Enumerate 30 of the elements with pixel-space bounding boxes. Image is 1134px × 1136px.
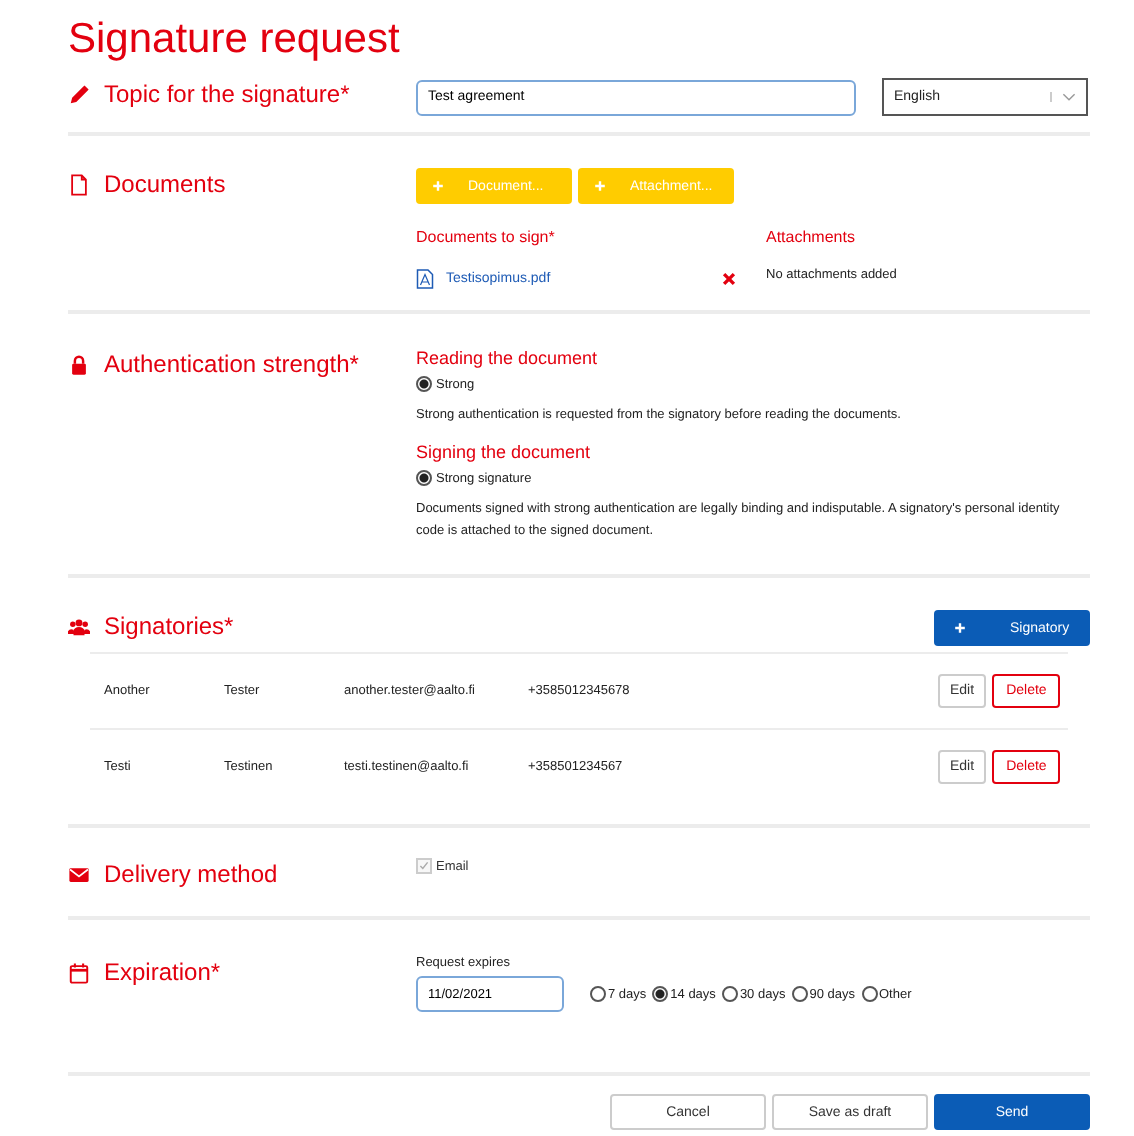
radio-button[interactable] <box>652 986 669 1003</box>
section-label: Authentication strength* <box>104 350 359 379</box>
pencil-icon <box>68 83 90 106</box>
radio-button[interactable] <box>416 376 432 393</box>
section-label: Topic for the signature* <box>104 80 350 109</box>
lock-icon <box>68 353 90 376</box>
plus-icon <box>594 180 606 193</box>
section-label: Expiration* <box>104 958 221 987</box>
chevron-down-icon <box>1050 92 1076 103</box>
section-label: Documents <box>104 170 226 199</box>
page-title: Signature request <box>68 14 402 66</box>
section-label: Signatories* <box>104 612 234 641</box>
radio-button[interactable] <box>791 986 808 1003</box>
radio-button[interactable] <box>861 986 877 1003</box>
envelope-icon <box>68 863 90 886</box>
remove-icon[interactable] <box>722 272 736 287</box>
radio-button[interactable] <box>721 986 738 1003</box>
plus-icon <box>954 622 966 635</box>
calendar-icon <box>68 961 90 984</box>
plus-icon <box>432 180 444 193</box>
list-heading: Attachments <box>766 228 857 247</box>
section-label: Delivery method <box>104 860 278 889</box>
users-icon <box>68 615 90 638</box>
radio-button[interactable] <box>590 986 606 1003</box>
document-icon <box>68 173 90 196</box>
list-heading: Documents to sign* <box>416 228 557 247</box>
group-heading: Signing the document <box>416 442 593 463</box>
group-heading: Reading the document <box>416 348 600 369</box>
radio-button[interactable] <box>416 470 432 487</box>
pdf-file-icon <box>416 268 434 291</box>
